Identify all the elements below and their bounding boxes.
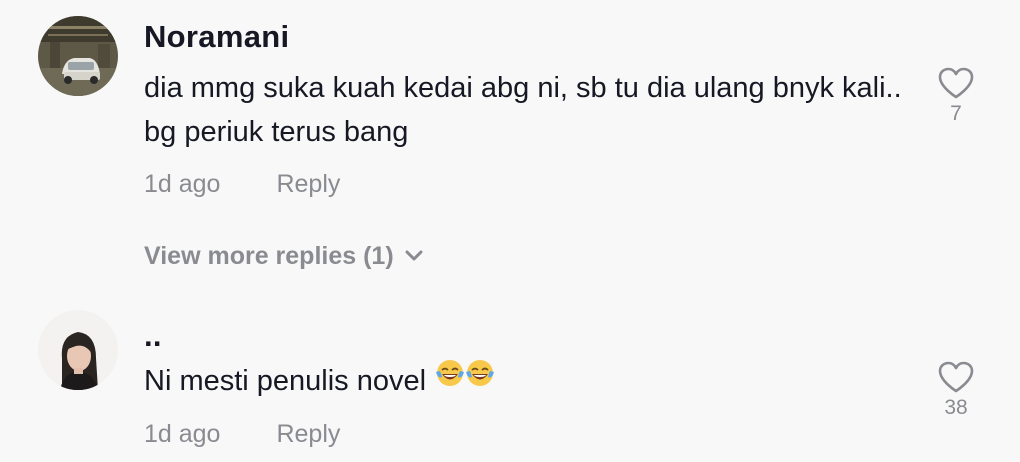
reply-button[interactable]: Reply <box>276 170 340 199</box>
view-more-replies-label: View more replies (1) <box>144 242 394 270</box>
like-count: 38 <box>944 396 968 419</box>
comment-username[interactable]: .. <box>144 318 162 354</box>
comment-text: Ni mesti penulis novel <box>144 365 427 397</box>
heart-icon[interactable] <box>937 66 975 100</box>
tears-of-joy-emoji-icon <box>464 357 496 402</box>
heart-icon[interactable] <box>937 360 975 394</box>
comment-timestamp: 1d ago <box>144 420 221 448</box>
like-button[interactable]: 38 <box>930 360 982 420</box>
comment-username[interactable]: Noramani <box>144 19 289 55</box>
comment-timestamp: 1d ago <box>144 170 221 198</box>
comment-text-row: Ni mesti penulis novel <box>144 359 914 403</box>
like-button[interactable]: 7 <box>930 66 982 126</box>
view-more-replies-button[interactable]: View more replies (1) <box>144 242 424 271</box>
tears-of-joy-emoji-icon <box>434 357 466 402</box>
comment-text: dia mmg suka kuah kedai abg ni, sb tu di… <box>144 72 902 148</box>
comment-item: .. Ni mesti penulis novel 1d ago Reply 3… <box>0 300 1020 462</box>
comment-meta: 1d ago Reply <box>144 420 340 449</box>
avatar[interactable] <box>38 310 118 390</box>
avatar[interactable] <box>38 16 118 96</box>
comment-item: Noramani dia mmg suka kuah kedai abg ni,… <box>0 0 1020 230</box>
like-count: 7 <box>950 102 962 125</box>
comment-meta: 1d ago Reply <box>144 170 340 199</box>
reply-button[interactable]: Reply <box>276 420 340 449</box>
chevron-down-icon <box>405 250 423 261</box>
